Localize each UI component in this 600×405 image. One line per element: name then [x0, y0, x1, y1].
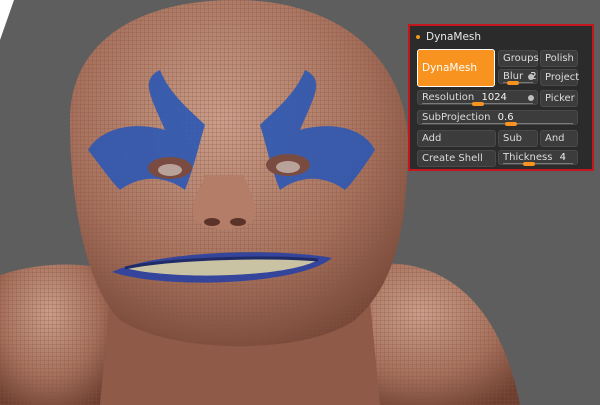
groups-button[interactable]: Groups: [498, 50, 539, 67]
blur-slider-thumb[interactable]: [506, 81, 519, 85]
thickness-slider[interactable]: Thickness 4: [498, 150, 578, 166]
resolution-label: Resolution: [422, 92, 475, 103]
resolution-slider[interactable]: Resolution 1024: [417, 90, 538, 106]
collapse-dot-icon[interactable]: [416, 35, 420, 39]
subprojection-slider[interactable]: SubProjection 0.6: [417, 110, 578, 126]
create-shell-button[interactable]: Create Shell: [417, 150, 496, 167]
sub-button[interactable]: Sub: [498, 130, 538, 147]
picker-button[interactable]: Picker: [540, 90, 578, 107]
corner-marker: [0, 0, 14, 40]
add-button[interactable]: Add: [417, 130, 496, 147]
subprojection-slider-thumb[interactable]: [505, 122, 518, 126]
blur-slider[interactable]: Blur 2: [498, 69, 538, 85]
resolution-slider-thumb[interactable]: [471, 102, 484, 106]
panel-title: DynaMesh: [426, 31, 482, 43]
dynamesh-button[interactable]: DynaMesh: [417, 49, 495, 87]
resolution-toggle-icon[interactable]: [528, 95, 534, 101]
panel-header[interactable]: DynaMesh: [416, 31, 481, 43]
polish-button[interactable]: Polish: [540, 50, 578, 67]
thickness-slider-thumb[interactable]: [523, 162, 536, 166]
and-button[interactable]: And: [540, 130, 578, 147]
resolution-value: 1024: [481, 92, 507, 103]
dynamesh-panel: DynaMesh DynaMesh Groups Polish Blur 2 P…: [408, 24, 594, 171]
thickness-value: 4: [559, 152, 566, 163]
project-button[interactable]: Project: [540, 69, 579, 86]
subprojection-label: SubProjection: [422, 112, 491, 123]
blur-toggle-icon[interactable]: [528, 74, 534, 80]
